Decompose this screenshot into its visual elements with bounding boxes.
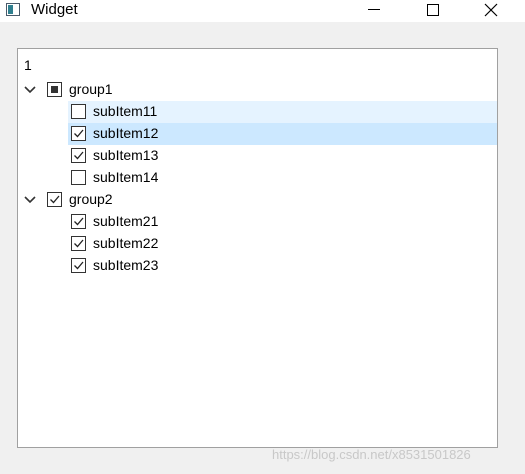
- group1-checkbox[interactable]: [47, 82, 62, 97]
- tree-item-subitem14[interactable]: subItem14: [18, 167, 497, 189]
- maximize-button[interactable]: [410, 0, 456, 22]
- tree-item-subitem13[interactable]: subItem13: [18, 145, 497, 167]
- tree-item-group1[interactable]: group1: [18, 79, 497, 101]
- subitem-label: subItem12: [93, 125, 159, 141]
- subitem13-checkbox[interactable]: [71, 148, 86, 163]
- chevron-down-icon[interactable]: [24, 84, 36, 96]
- subitem23-checkbox[interactable]: [71, 258, 86, 273]
- close-icon: [484, 3, 498, 17]
- title-bar: Widget: [0, 0, 525, 22]
- tree-widget[interactable]: 1 group1 subItem11 subItem12 subItem13 s…: [17, 48, 498, 448]
- check-icon: [74, 217, 84, 226]
- chevron-down-icon[interactable]: [24, 194, 36, 206]
- subitem11-checkbox[interactable]: [71, 104, 86, 119]
- app-window-icon: [6, 3, 20, 16]
- check-icon: [74, 261, 84, 270]
- check-icon: [74, 239, 84, 248]
- check-icon: [50, 195, 60, 204]
- subitem-label: subItem23: [93, 257, 159, 273]
- subitem14-checkbox[interactable]: [71, 170, 86, 185]
- maximize-icon: [427, 4, 439, 16]
- subitem-label: subItem22: [93, 235, 159, 251]
- tree-item-subitem21[interactable]: subItem21: [18, 211, 497, 233]
- subitem12-checkbox[interactable]: [71, 126, 86, 141]
- subitem-label: subItem11: [93, 103, 158, 119]
- tree-item-subitem22[interactable]: subItem22: [18, 233, 497, 255]
- close-button[interactable]: [468, 0, 514, 22]
- check-icon: [74, 151, 84, 160]
- tree-header: 1: [24, 57, 32, 73]
- group-label: group2: [69, 191, 113, 207]
- group-label: group1: [69, 81, 113, 97]
- subitem22-checkbox[interactable]: [71, 236, 86, 251]
- tree-item-subitem11[interactable]: subItem11: [18, 101, 497, 123]
- partial-check-icon: [51, 86, 58, 93]
- minimize-button[interactable]: [351, 0, 397, 22]
- minimize-icon: [368, 9, 380, 10]
- tree-item-subitem12[interactable]: subItem12: [18, 123, 497, 145]
- subitem-label: subItem13: [93, 147, 159, 163]
- subitem-label: subItem14: [93, 169, 159, 185]
- tree-item-group2[interactable]: group2: [18, 189, 497, 211]
- tree-item-subitem23[interactable]: subItem23: [18, 255, 497, 277]
- subitem21-checkbox[interactable]: [71, 214, 86, 229]
- check-icon: [74, 129, 84, 138]
- subitem-label: subItem21: [93, 213, 159, 229]
- window-title: Widget: [31, 1, 78, 18]
- watermark-text: https://blog.csdn.net/x8531501826: [272, 447, 471, 462]
- group2-checkbox[interactable]: [47, 192, 62, 207]
